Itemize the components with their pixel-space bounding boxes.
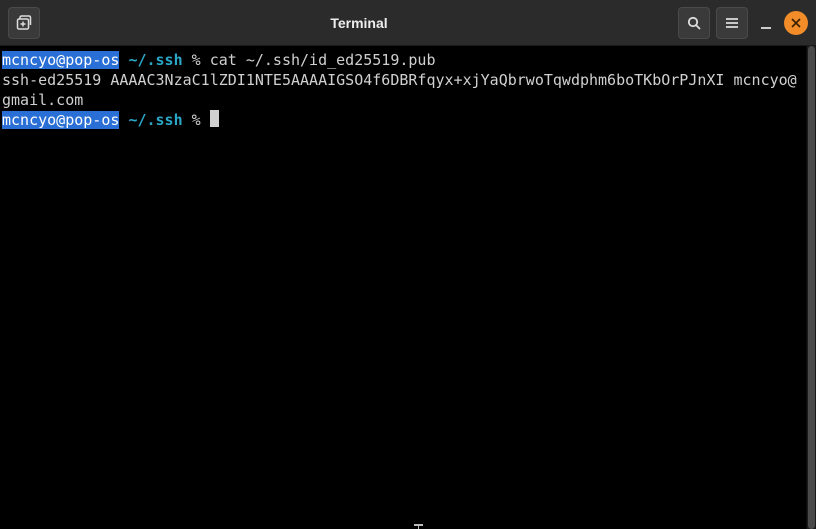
close-button[interactable]	[784, 11, 808, 35]
window-title: Terminal	[46, 15, 672, 31]
minimize-icon	[761, 27, 771, 29]
search-icon	[686, 15, 702, 31]
new-tab-button[interactable]	[8, 7, 40, 39]
prompt-user-host: mcncyo@pop-os	[2, 51, 119, 69]
close-icon	[791, 18, 801, 28]
prompt-path: ~/.ssh	[128, 51, 182, 69]
prompt-path: ~/.ssh	[128, 111, 182, 129]
prompt-symbol: %	[192, 51, 201, 69]
hamburger-icon	[724, 15, 740, 31]
command-line: cat ~/.ssh/id_ed25519.pub	[210, 51, 436, 69]
scrollbar-thumb[interactable]	[808, 46, 815, 529]
terminal-area: mcncyo@pop-os ~/.ssh % cat ~/.ssh/id_ed2…	[0, 46, 816, 529]
terminal-output[interactable]: mcncyo@pop-os ~/.ssh % cat ~/.ssh/id_ed2…	[0, 46, 806, 529]
menu-button[interactable]	[716, 7, 748, 39]
command-output: ssh-ed25519 AAAAC3NzaC1lZDI1NTE5AAAAIGSO…	[2, 71, 797, 109]
prompt-user-host: mcncyo@pop-os	[2, 111, 119, 129]
terminal-window: Terminal mcncyo	[0, 0, 816, 529]
terminal-cursor	[210, 110, 219, 127]
titlebar-right	[678, 7, 808, 39]
titlebar: Terminal	[0, 0, 816, 46]
minimize-button[interactable]	[754, 11, 778, 35]
prompt-symbol: %	[192, 111, 201, 129]
scrollbar[interactable]	[806, 46, 816, 529]
search-button[interactable]	[678, 7, 710, 39]
new-tab-icon	[16, 15, 32, 31]
